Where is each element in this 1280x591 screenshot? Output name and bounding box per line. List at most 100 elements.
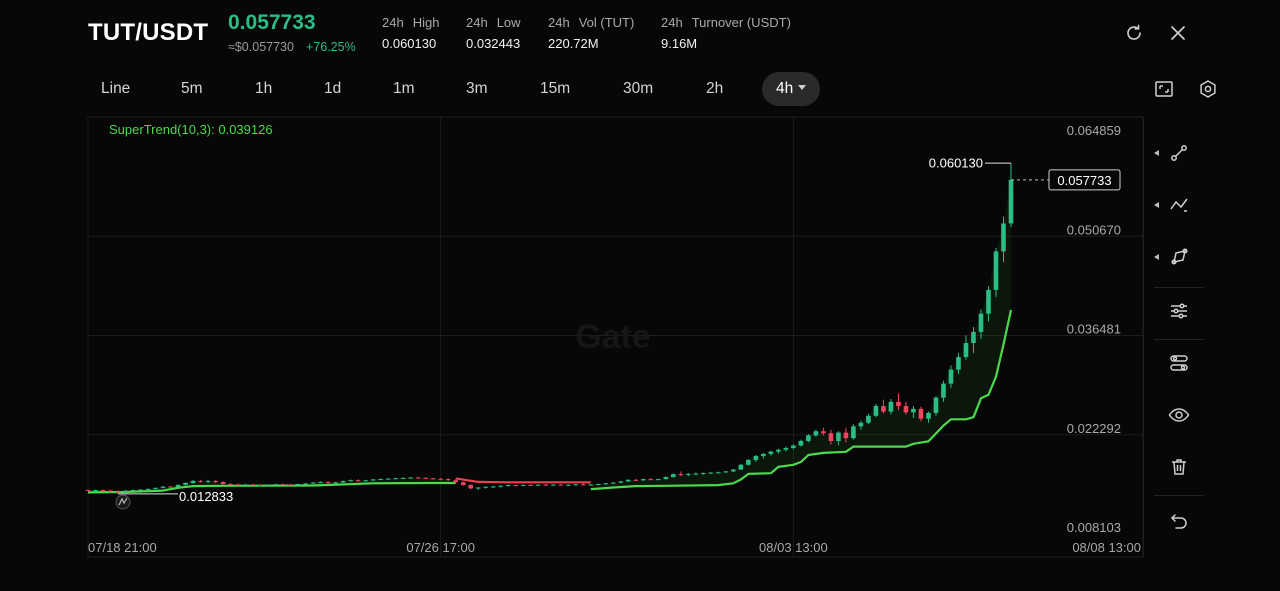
candle-body xyxy=(460,482,466,486)
candle-body xyxy=(310,482,316,484)
candle-body xyxy=(445,479,451,481)
candle-body xyxy=(85,489,91,491)
candle-body xyxy=(881,406,886,412)
shape-tool[interactable] xyxy=(1144,237,1214,277)
candle-body xyxy=(333,482,338,484)
candle xyxy=(520,484,526,487)
visibility-icon xyxy=(1168,408,1190,422)
candle-body xyxy=(731,469,736,472)
indicator-tool[interactable] xyxy=(1144,343,1214,383)
candle-body xyxy=(400,477,406,479)
candle xyxy=(273,483,278,486)
candle-body xyxy=(723,471,729,473)
candle-body xyxy=(183,482,188,485)
line-tool[interactable] xyxy=(1144,133,1214,173)
candle-body xyxy=(498,485,504,487)
indicator-label[interactable]: SuperTrend(10,3): 0.039126 xyxy=(109,122,273,137)
x-tick-label: 08/03 13:00 xyxy=(759,540,828,555)
delete-icon xyxy=(1172,459,1186,475)
candle-body xyxy=(453,480,459,483)
indicator-icon xyxy=(1170,355,1188,371)
candle xyxy=(303,482,308,485)
candle-body xyxy=(858,422,864,427)
current-price-label: 0.057733 xyxy=(1057,173,1111,188)
candle-body xyxy=(813,431,819,436)
candle xyxy=(85,489,91,491)
candle-body xyxy=(971,331,976,344)
price-chart[interactable]: 0.064859 0.050670 0.036481 0.022292 0.008103… xyxy=(0,0,1280,591)
sliders-tool[interactable] xyxy=(1144,291,1214,331)
candle-body xyxy=(836,432,841,441)
supertrend-down-line xyxy=(455,477,591,484)
candle-body xyxy=(798,440,804,446)
candle-body xyxy=(843,432,849,439)
candle-body xyxy=(603,483,609,485)
undo-tool[interactable] xyxy=(1144,501,1214,541)
candle-body xyxy=(475,487,481,489)
candle xyxy=(250,483,256,486)
supertrend-line xyxy=(87,309,1013,494)
candle-body xyxy=(656,479,661,481)
candle xyxy=(483,486,489,489)
candle xyxy=(415,476,421,479)
candle-body xyxy=(108,490,113,492)
expand-arrow-icon xyxy=(1154,202,1159,208)
candle-body xyxy=(483,486,489,488)
candle-body xyxy=(686,473,691,475)
candle xyxy=(130,489,136,491)
drawing-toolbar xyxy=(1143,117,1213,557)
candle-body xyxy=(956,357,961,370)
candle-body xyxy=(295,484,301,486)
candle xyxy=(468,484,474,490)
visibility-tool[interactable] xyxy=(1144,395,1214,435)
candle-body xyxy=(610,482,616,484)
candle xyxy=(243,483,248,486)
candle-body xyxy=(393,478,398,480)
candle xyxy=(738,464,744,471)
path-tool[interactable] xyxy=(1144,185,1214,225)
candle-body xyxy=(580,484,586,486)
candle-body xyxy=(205,480,211,482)
candle xyxy=(505,484,511,487)
candle xyxy=(633,478,639,481)
candle-body xyxy=(415,477,421,479)
candle-body xyxy=(235,484,241,486)
y-tick-label: 0.050670 xyxy=(1067,222,1121,237)
candle xyxy=(490,485,496,488)
x-tick-label: 08/08 13:00 xyxy=(1072,540,1141,555)
candle xyxy=(933,396,939,416)
candle xyxy=(550,484,556,486)
candle-body xyxy=(821,431,826,434)
candle xyxy=(138,489,143,491)
candle-body xyxy=(370,479,376,481)
delete-tool[interactable] xyxy=(1144,447,1214,487)
candle-body xyxy=(926,413,931,419)
candle-body xyxy=(806,435,811,441)
candle-body xyxy=(648,479,654,481)
path-tool-icon xyxy=(1170,198,1188,212)
candle xyxy=(708,471,714,474)
candle-body xyxy=(625,479,631,482)
line-tool-icon xyxy=(1171,145,1187,161)
candle-body xyxy=(93,490,98,492)
candle-body xyxy=(153,487,158,489)
candle xyxy=(288,483,293,486)
candle-body xyxy=(468,485,474,489)
candle-body xyxy=(280,484,286,486)
candle-body xyxy=(145,488,151,490)
candle-body xyxy=(565,484,571,486)
candle-body xyxy=(438,478,443,480)
candle-body xyxy=(993,251,999,290)
candle xyxy=(430,477,436,480)
expand-arrow-icon xyxy=(1154,254,1159,260)
candle-body xyxy=(190,480,196,483)
candle xyxy=(168,485,173,488)
candle xyxy=(528,484,534,486)
candle-body xyxy=(220,482,226,485)
x-tick-label: 07/18 21:00 xyxy=(88,540,157,555)
candle-body xyxy=(318,481,323,483)
candle xyxy=(873,403,879,418)
candle-body xyxy=(978,313,984,332)
divider xyxy=(1154,339,1204,340)
candle-body xyxy=(130,489,136,491)
